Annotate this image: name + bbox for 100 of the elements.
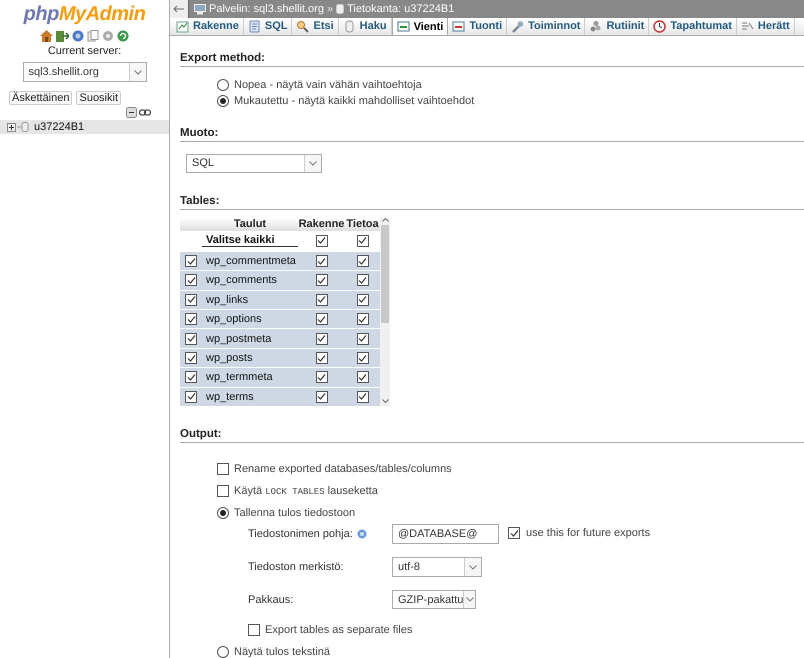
row-checkbox[interactable] xyxy=(185,352,197,364)
column-header: Rakenne xyxy=(298,218,345,230)
tab[interactable]: Tuonti xyxy=(448,18,508,35)
radio-button[interactable] xyxy=(217,507,229,519)
filename-template-field[interactable]: @DATABASE@ xyxy=(392,524,499,544)
checkbox[interactable] xyxy=(356,313,368,326)
scroll-down-icon[interactable] xyxy=(382,399,388,403)
table-row[interactable]: wp_comments xyxy=(180,270,380,290)
row-checkbox[interactable] xyxy=(185,332,197,345)
checkbox[interactable] xyxy=(356,332,368,345)
row-checkbox[interactable] xyxy=(185,255,197,268)
checkbox[interactable] xyxy=(316,294,328,306)
table-row[interactable]: wp_posts xyxy=(180,348,380,368)
clock-icon xyxy=(653,20,666,33)
checkbox[interactable] xyxy=(316,313,328,326)
exit-icon[interactable] xyxy=(56,30,69,42)
collapse-icon[interactable] xyxy=(126,107,137,118)
tab[interactable]: Vienti xyxy=(392,18,448,35)
breadcrumb-link[interactable]: Palvelin: sql3.shellit.org xyxy=(209,3,324,15)
field-label: Tiedoston merkistö: xyxy=(248,561,344,573)
option-label: Rename exported databases/tables/columns xyxy=(234,463,452,475)
checkbox[interactable] xyxy=(356,352,368,364)
link-icon[interactable] xyxy=(139,109,151,116)
table-row[interactable]: wp_postmeta xyxy=(180,328,380,348)
checkbox[interactable] xyxy=(356,294,368,306)
logo[interactable]: phpMyAdmin xyxy=(24,3,146,26)
tab[interactable]: Toiminnot xyxy=(507,18,586,35)
checkbox[interactable] xyxy=(316,390,328,403)
radio-button[interactable] xyxy=(217,94,229,107)
section-heading: Export method: xyxy=(180,52,804,67)
table-name: wp_commentmeta xyxy=(205,255,297,268)
chart-icon xyxy=(176,20,189,33)
tab[interactable]: Rutiinit xyxy=(585,18,650,35)
navigation-button[interactable]: Äskettäinen xyxy=(9,91,72,105)
scroll-up-icon[interactable] xyxy=(382,218,388,222)
radio-button[interactable] xyxy=(217,646,229,658)
expand-icon[interactable] xyxy=(7,122,16,132)
table-name: wp_posts xyxy=(205,352,254,364)
wrench-icon xyxy=(511,20,524,33)
server-icon xyxy=(194,4,206,14)
table-name: wp_options xyxy=(205,313,263,326)
checkbox[interactable] xyxy=(316,352,328,364)
radio-button[interactable] xyxy=(217,78,229,91)
option-label: use this for future exports xyxy=(526,527,650,539)
checkbox[interactable] xyxy=(316,274,328,286)
checkbox[interactable] xyxy=(356,234,368,247)
tab[interactable]: Rakenne xyxy=(172,18,244,35)
document-icon xyxy=(248,20,261,33)
checkbox[interactable] xyxy=(316,234,328,247)
checkbox[interactable] xyxy=(316,255,328,268)
help-icon[interactable] xyxy=(72,30,84,42)
section-heading: Tables: xyxy=(180,194,804,210)
table-row[interactable]: wp_options xyxy=(180,309,380,328)
server-label: Current server: xyxy=(48,45,122,57)
checkbox[interactable] xyxy=(356,371,368,384)
charset-select[interactable]: utf-8 xyxy=(392,557,482,577)
checkbox[interactable] xyxy=(356,274,368,286)
tree-item[interactable]: u37224B1 xyxy=(0,120,169,134)
tab[interactable]: Haku xyxy=(338,18,392,35)
table-name: wp_links xyxy=(205,294,250,306)
checkbox[interactable] xyxy=(217,463,229,475)
checkbox[interactable] xyxy=(356,255,368,268)
tab[interactable]: Etsi xyxy=(292,18,339,35)
tab[interactable]: SQL xyxy=(244,18,292,35)
field-label: Tiedostonimen pohja: xyxy=(248,528,353,540)
reload-icon[interactable] xyxy=(117,30,129,42)
navigation-button[interactable]: Suosikit xyxy=(76,91,122,105)
checkbox[interactable] xyxy=(316,332,328,345)
section-heading: Muoto: xyxy=(180,126,804,142)
database-icon xyxy=(336,4,344,14)
help-icon[interactable] xyxy=(356,529,367,539)
tab[interactable]: Herätt xyxy=(736,18,795,35)
checkbox[interactable] xyxy=(508,527,520,539)
home-icon[interactable] xyxy=(40,30,53,42)
checkbox[interactable] xyxy=(248,624,260,636)
breadcrumb-link[interactable]: Tietokanta: u37224B1 xyxy=(347,3,454,15)
tab[interactable]: Tapahtumat xyxy=(649,18,737,35)
table-row[interactable]: wp_termmeta xyxy=(180,367,380,387)
document-icon[interactable] xyxy=(87,30,99,42)
database-icon xyxy=(17,122,29,132)
checkbox[interactable] xyxy=(217,485,229,497)
row-checkbox[interactable] xyxy=(185,274,197,286)
option-label: Tallenna tulos tiedostoon xyxy=(234,507,356,519)
table-row[interactable]: wp_commentmeta xyxy=(180,250,380,270)
chevron-down-icon xyxy=(466,597,474,602)
table-row[interactable]: wp_links xyxy=(180,290,380,310)
server-select[interactable]: sql3.shellit.org xyxy=(22,62,146,82)
table-row[interactable]: wp_terms xyxy=(180,386,380,406)
row-checkbox[interactable] xyxy=(185,371,197,384)
scrollbar[interactable] xyxy=(380,218,390,406)
chevron-down-icon xyxy=(469,564,477,570)
checkbox[interactable] xyxy=(356,390,368,403)
select-all-label: Valitse kaikki xyxy=(202,234,298,248)
row-checkbox[interactable] xyxy=(185,390,197,403)
section-heading: Output: xyxy=(180,428,804,443)
row-checkbox[interactable] xyxy=(185,313,197,326)
row-checkbox[interactable] xyxy=(185,294,197,306)
compression-select[interactable]: GZIP-pakattu xyxy=(392,590,476,609)
format-select[interactable]: SQL xyxy=(186,154,322,173)
checkbox[interactable] xyxy=(316,371,328,384)
